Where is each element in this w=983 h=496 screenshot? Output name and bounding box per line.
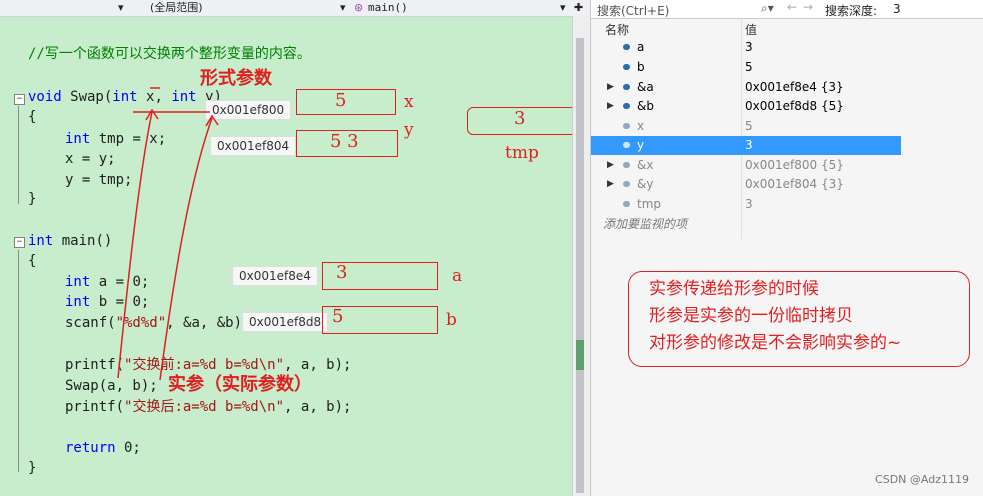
back-arrow-icon[interactable]: ← bbox=[787, 0, 797, 14]
search-depth-value[interactable]: 3 bbox=[893, 2, 901, 16]
variable-icon bbox=[623, 103, 630, 109]
watch-row[interactable]: a3 bbox=[591, 38, 901, 57]
watch-search-input[interactable]: 搜索(Ctrl+E) bbox=[597, 2, 669, 19]
note-line: 对形参的修改是不会影响实参的~ bbox=[649, 333, 902, 353]
variable-icon bbox=[623, 123, 630, 129]
search-depth-label: 搜索深度: bbox=[825, 4, 878, 18]
watermark: CSDN @Adz1119 bbox=[875, 473, 969, 486]
forward-arrow-icon[interactable]: → bbox=[803, 0, 813, 14]
watch-row[interactable]: b5 bbox=[591, 58, 901, 77]
variable-icon bbox=[623, 181, 630, 187]
search-icon[interactable]: ⌕▾ bbox=[761, 1, 774, 16]
watch-row[interactable]: ▶ &x 0x001ef800 {5} bbox=[591, 156, 901, 175]
watch-row[interactable]: ▶ &a 0x001ef8e4 {3} bbox=[591, 78, 901, 97]
note-line: 实参传递给形参的时候 bbox=[649, 279, 819, 299]
watch-header: 名称 值 bbox=[591, 19, 983, 37]
watch-search-bar: 搜索(Ctrl+E) ⌕▾ ← → 搜索深度: 3 bbox=[591, 0, 983, 19]
watch-row[interactable]: x5 bbox=[591, 117, 901, 136]
variable-icon bbox=[623, 64, 630, 70]
variable-icon bbox=[623, 84, 630, 90]
column-value-header[interactable]: 值 bbox=[745, 21, 757, 38]
note-line: 形参是实参的一份临时拷贝 bbox=[649, 306, 853, 326]
variable-icon bbox=[623, 44, 630, 50]
watch-window: 搜索(Ctrl+E) ⌕▾ ← → 搜索深度: 3 名称 值 a3 b5 ▶ &a… bbox=[590, 0, 983, 496]
watch-row[interactable]: ▶ &y 0x001ef804 {3} bbox=[591, 175, 901, 194]
expand-triangle-icon[interactable]: ▶ bbox=[607, 97, 614, 116]
variable-icon bbox=[623, 142, 630, 148]
expand-triangle-icon[interactable]: ▶ bbox=[607, 156, 614, 175]
annotation-note: 实参传递给形参的时候 形参是实参的一份临时拷贝 对形参的修改是不会影响实参的~ bbox=[628, 271, 970, 367]
scrollbar-marker bbox=[576, 340, 584, 370]
expand-triangle-icon[interactable]: ▶ bbox=[607, 175, 614, 194]
variable-icon bbox=[623, 162, 630, 168]
watch-row[interactable]: ▶ &b 0x001ef8d8 {5} bbox=[591, 97, 901, 116]
expand-triangle-icon[interactable]: ▶ bbox=[607, 78, 614, 97]
editor-scrollbar-thumb[interactable] bbox=[576, 38, 584, 493]
add-watch-item[interactable]: 添加要监视的项 bbox=[591, 215, 901, 234]
watch-row[interactable]: tmp 3 bbox=[591, 195, 901, 214]
watch-row-selected[interactable]: y3 bbox=[591, 136, 901, 155]
variable-icon bbox=[623, 201, 630, 207]
column-name-header[interactable]: 名称 bbox=[605, 21, 629, 38]
